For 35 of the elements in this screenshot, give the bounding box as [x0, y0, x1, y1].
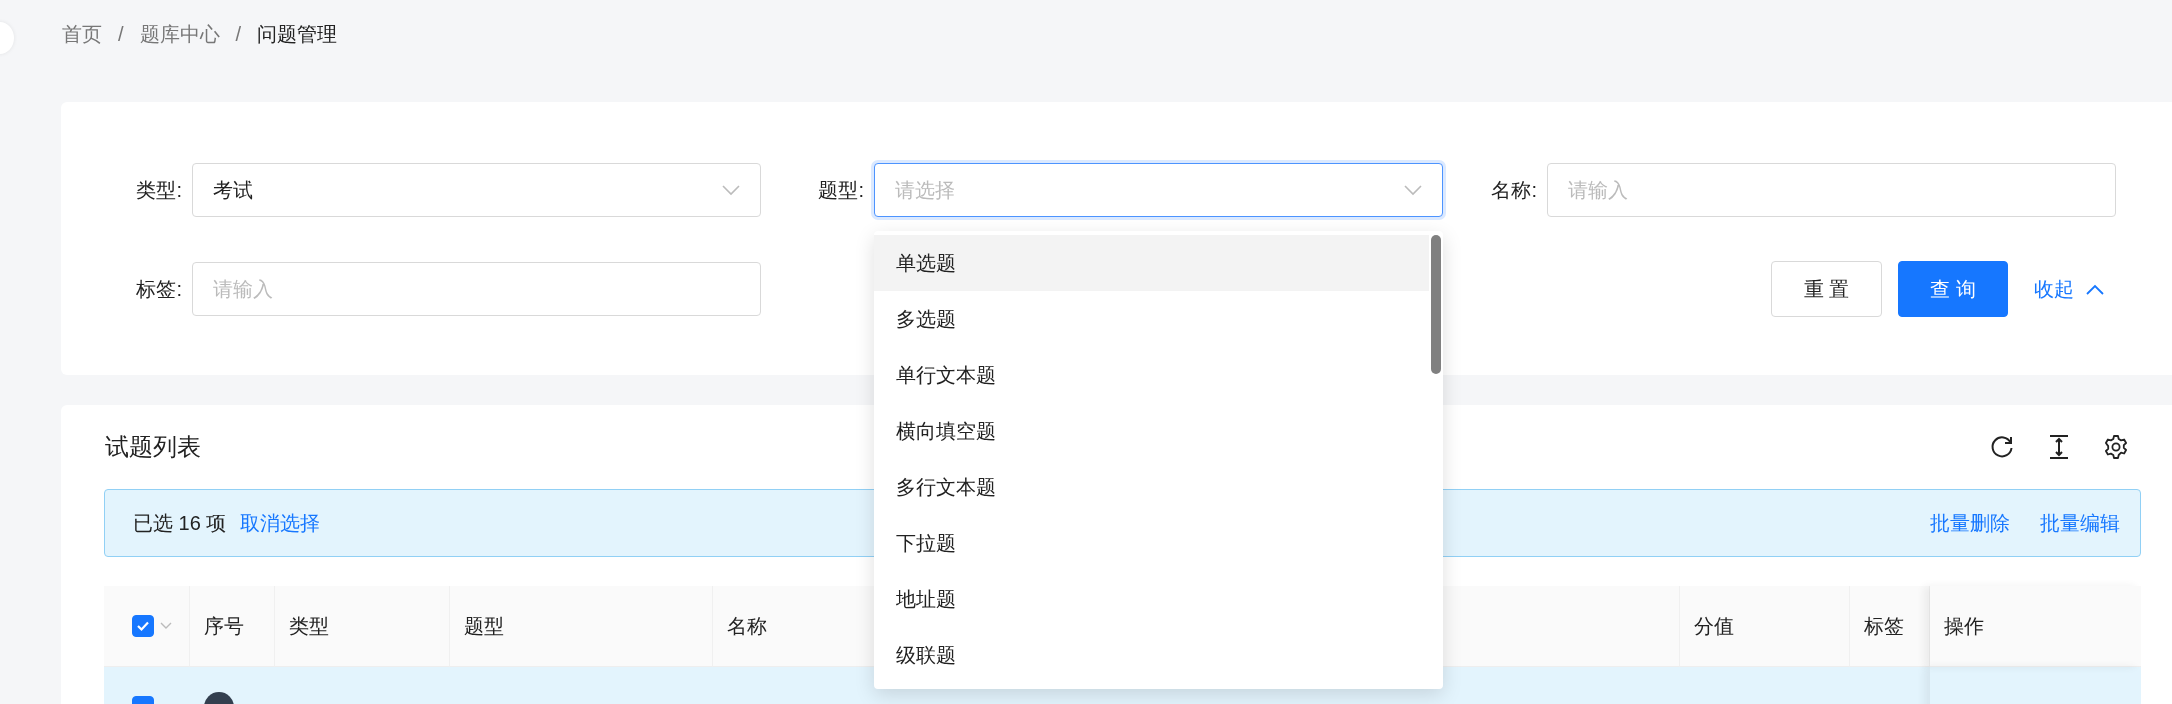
field-label: 题型: [817, 177, 865, 203]
select-all-checkbox[interactable] [132, 615, 154, 637]
clear-selection-link[interactable]: 取消选择 [240, 509, 321, 537]
chevron-down-icon [1404, 184, 1422, 196]
breadcrumb-separator: / [235, 22, 242, 46]
field-label: 类型: [135, 177, 183, 203]
dropdown-option[interactable]: 单选题 [874, 235, 1429, 291]
chevron-up-icon [2086, 283, 2104, 295]
dropdown-option[interactable]: 单行文本题 [874, 347, 1429, 403]
input-field[interactable]: 请输入 [1547, 163, 2116, 217]
select-field[interactable]: 考试 [192, 163, 761, 217]
search-button[interactable]: 查 询 [1898, 261, 2008, 317]
table-title: 试题列表 [104, 432, 201, 462]
field-label: 标签: [135, 276, 183, 302]
chevron-down-icon [722, 184, 740, 196]
refresh-icon[interactable] [1989, 434, 2015, 460]
breadcrumb-separator: / [118, 22, 124, 46]
batch-action-link[interactable]: 批量删除 [1930, 509, 2010, 537]
select-value: 考试 [213, 177, 254, 203]
breadcrumb-link[interactable]: 首页 [62, 20, 102, 48]
placeholder: 请选择 [895, 177, 956, 203]
dropdown-option[interactable]: 多行文本题 [874, 459, 1429, 515]
breadcrumb-current: 问题管理 [257, 21, 338, 47]
selection-summary: 已选 16 项 [133, 510, 227, 536]
scrollbar-thumb[interactable] [1431, 235, 1441, 374]
settings-icon[interactable] [2103, 434, 2129, 460]
field-label: 名称: [1490, 177, 1538, 203]
reset-button[interactable]: 重 置 [1771, 261, 1882, 317]
dropdown-option[interactable]: 横向填空题 [874, 403, 1429, 459]
dropdown-option[interactable]: 多选题 [874, 291, 1429, 347]
batch-action-link[interactable]: 批量编辑 [2040, 509, 2120, 537]
input-field[interactable]: 请输入 [192, 262, 761, 316]
breadcrumb-link[interactable]: 题库中心 [139, 20, 220, 48]
collapse-link[interactable]: 收起 [2034, 275, 2104, 303]
dropdown-option[interactable]: 下拉题 [874, 515, 1429, 571]
